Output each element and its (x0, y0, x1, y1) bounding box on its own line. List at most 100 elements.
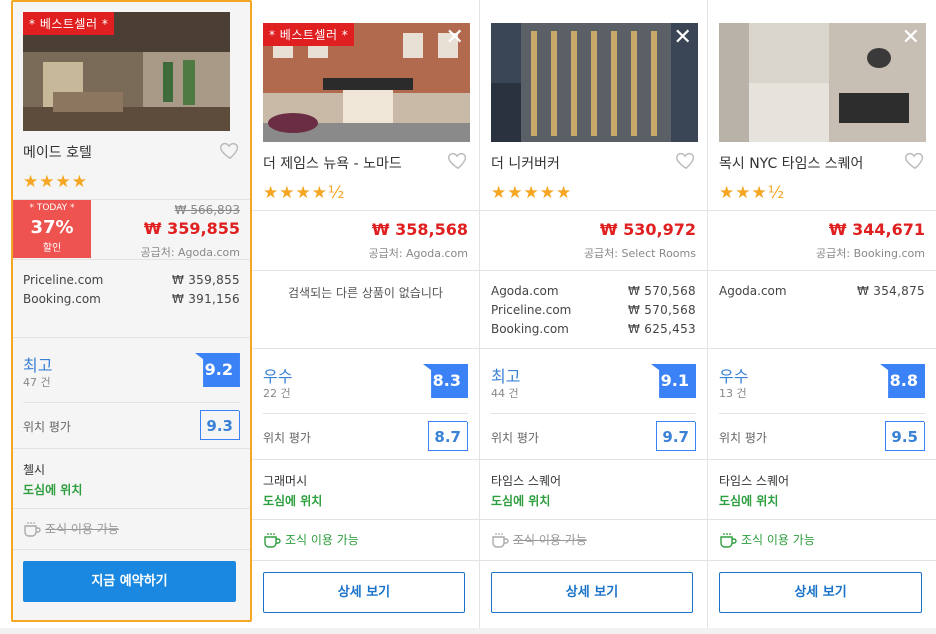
rating-label: 우수 (719, 367, 749, 386)
price[interactable]: ₩ 530,972 (600, 220, 696, 239)
divider (13, 549, 250, 550)
divider (479, 560, 707, 561)
hotel-card-2: * 베스트셀러 * ✕ 더 제임스 뉴욕 - 노마드 ★★★★½ ₩ 358,5… (251, 0, 480, 628)
divider (479, 348, 707, 349)
divider (251, 519, 479, 520)
other-price-site: Priceline.com (490, 303, 572, 317)
star-rating: ★★★★ (23, 172, 88, 192)
close-icon[interactable]: ✕ (446, 27, 464, 49)
location-score: 8.7 (427, 421, 468, 451)
area-description: 도심에 위치 (719, 494, 779, 508)
divider (479, 210, 707, 211)
view-details-button[interactable]: 상세 보기 (262, 572, 465, 613)
view-details-button[interactable]: 상세 보기 (490, 572, 693, 613)
hotel-name[interactable]: 메이드 호텔 (23, 142, 92, 162)
hotel-photo[interactable]: ✕ (490, 23, 698, 142)
review-score: 8.8 (880, 364, 925, 398)
area-description: 도심에 위치 (262, 494, 323, 508)
breakfast-info: 조식 이용 가능 (263, 531, 359, 548)
view-details-button[interactable]: 상세 보기 (719, 572, 922, 613)
other-price-row[interactable]: Booking.com ₩ 391,156 (23, 292, 240, 311)
area-name: 그래머시 (262, 474, 308, 488)
divider (13, 448, 250, 449)
hotel-name[interactable]: 더 니커버커 (491, 153, 560, 173)
hotel-card-1: * 베스트셀러 * 메이드 호텔 ★★★★ * TODAY * 37% 할인 ₩… (11, 0, 252, 622)
hotel-photo[interactable]: * 베스트셀러 * ✕ (262, 23, 470, 142)
divider (13, 337, 250, 338)
rating-label: 우수 (262, 367, 293, 386)
other-price-site: Agoda.com (490, 284, 559, 298)
other-price-row[interactable]: Booking.com ₩ 625,453 (491, 322, 696, 341)
other-price-site: Booking.com (490, 322, 569, 336)
area-description: 도심에 위치 (490, 494, 551, 508)
hotel-card-3: ✕ 더 니커버커 ★★★★★ ₩ 530,972 공급처: Select Roo… (479, 0, 708, 628)
divider (479, 270, 707, 271)
area-description: 도심에 위치 (23, 483, 83, 497)
review-count[interactable]: 22 건 (263, 385, 291, 401)
rating-label: 최고 (23, 356, 53, 375)
other-price-value: ₩ 570,568 (627, 303, 696, 317)
supplier: 공급처: Agoda.com (368, 247, 468, 260)
divider (708, 348, 936, 349)
breakfast-label: 조식 이용 가능 (45, 522, 119, 536)
other-price-site: Booking.com (23, 292, 101, 306)
divider (708, 459, 936, 460)
price[interactable]: ₩ 359,855 (144, 219, 240, 238)
price[interactable]: ₩ 344,671 (829, 220, 925, 239)
breakfast-info: 조식 이용 가능 (491, 531, 587, 548)
original-price: ₩ 566,893 (174, 203, 240, 217)
coffee-cup-icon (720, 532, 737, 548)
hotel-photo[interactable]: * 베스트셀러 * (23, 12, 230, 131)
hotel-name[interactable]: 더 제임스 뉴욕 - 노마드 (263, 153, 402, 173)
supplier: 공급처: Agoda.com (140, 246, 240, 259)
book-now-button[interactable]: 지금 예약하기 (23, 561, 236, 602)
divider (251, 348, 479, 349)
hotel-name[interactable]: 목시 NYC 타임스 스퀘어 (719, 153, 863, 173)
location-label: 위치 평가 (262, 431, 311, 445)
location-label: 위치 평가 (23, 420, 71, 434)
review-count[interactable]: 13 건 (719, 385, 747, 401)
other-price-site: Agoda.com (719, 284, 787, 298)
other-price-row[interactable]: Priceline.com ₩ 570,568 (491, 303, 696, 322)
other-price-row[interactable]: Agoda.com ₩ 570,568 (491, 284, 696, 303)
divider (479, 519, 707, 520)
hotel-card-4: ✕ 목시 NYC 타임스 스퀘어 ★★★½ ₩ 344,671 공급처: Boo… (708, 0, 936, 628)
review-count[interactable]: 47 건 (23, 374, 51, 390)
location-label: 위치 평가 (490, 431, 539, 445)
coffee-cup-icon (264, 532, 281, 548)
other-price-site: Priceline.com (23, 273, 104, 287)
heart-icon[interactable] (904, 149, 926, 171)
divider (479, 459, 707, 460)
divider (490, 413, 696, 414)
heart-icon[interactable] (219, 139, 241, 161)
heart-icon[interactable] (447, 149, 469, 171)
divider (251, 459, 479, 460)
area-name: 첼시 (23, 463, 46, 477)
other-price-row[interactable]: Agoda.com ₩ 354,875 (719, 284, 925, 303)
breakfast-label: 조식 이용 가능 (284, 533, 359, 547)
area-name: 타임스 스퀘어 (719, 474, 790, 488)
other-prices: Agoda.com ₩ 570,568 Priceline.com ₩ 570,56… (491, 284, 696, 341)
coffee-cup-icon (492, 532, 509, 548)
location-label: 위치 평가 (719, 431, 767, 445)
divider (708, 270, 936, 271)
location-score: 9.7 (656, 421, 696, 451)
supplier: 공급처: Select Rooms (583, 247, 696, 260)
review-count[interactable]: 44 건 (491, 385, 519, 401)
no-other-results: 검색되는 다른 상품이 없습니다 (287, 286, 443, 300)
divider (13, 508, 250, 509)
hotel-photo[interactable]: ✕ (719, 23, 926, 142)
divider (251, 560, 479, 561)
divider (262, 413, 468, 414)
rating-label: 최고 (490, 367, 521, 386)
other-price-value: ₩ 391,156 (171, 292, 240, 306)
breakfast-info: 조식 이용 가능 (23, 520, 119, 537)
other-price-row[interactable]: Priceline.com ₩ 359,855 (23, 273, 240, 292)
breakfast-info: 조식 이용 가능 (719, 531, 815, 548)
price[interactable]: ₩ 358,568 (372, 220, 468, 239)
close-icon[interactable]: ✕ (674, 27, 692, 49)
today-label: * TODAY * (29, 203, 75, 213)
heart-icon[interactable] (675, 149, 697, 171)
close-icon[interactable]: ✕ (902, 27, 920, 49)
supplier: 공급처: Booking.com (816, 247, 925, 260)
